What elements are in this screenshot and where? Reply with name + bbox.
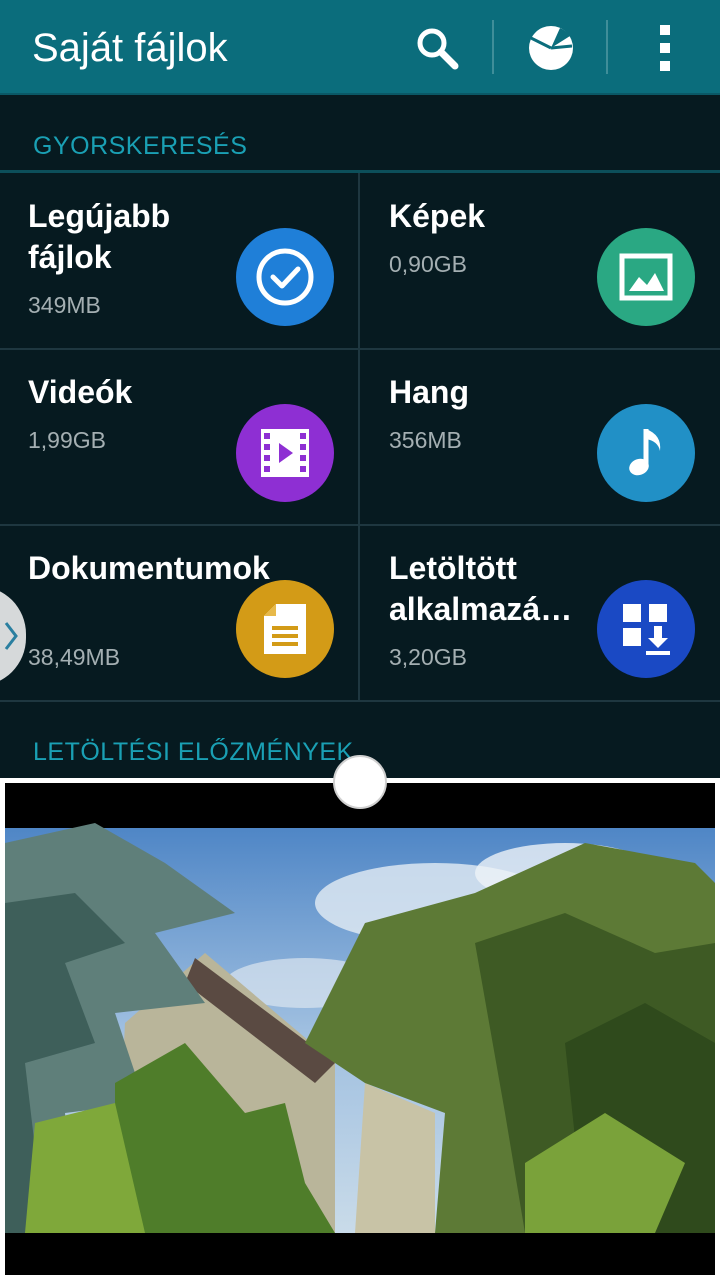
storage-usage-button[interactable]: [511, 10, 591, 86]
film-icon: [236, 404, 334, 502]
search-icon: [417, 28, 459, 70]
grid-divider: [0, 700, 720, 702]
photo-window[interactable]: [5, 783, 715, 1275]
split-screen-handle[interactable]: [333, 755, 387, 809]
appbar-separator: [492, 20, 494, 74]
tile-size: 349MB: [28, 292, 101, 318]
photo-house-trees: [5, 783, 715, 1275]
app-bar: Saját fájlok: [0, 0, 720, 95]
appbar-separator: [606, 20, 608, 74]
tile-downloaded-apps[interactable]: Letöltött alkalmazá… 3,20GB: [361, 526, 719, 700]
tile-title: Dokumentumok: [28, 550, 270, 586]
tile-title: Képek: [389, 198, 486, 234]
chevron-right-icon: [4, 622, 18, 650]
document-icon: [236, 580, 334, 678]
download-history-label: LETÖLTÉSI ELŐZMÉNYEK: [33, 738, 354, 766]
tile-size: 356MB: [389, 427, 462, 453]
tile-title: Hang: [389, 374, 469, 410]
tile-title: Letöltött alkalmazá…: [389, 550, 573, 627]
tile-images[interactable]: Képek 0,90GB: [361, 174, 719, 348]
search-button[interactable]: [397, 10, 477, 86]
music-note-icon: [597, 404, 695, 502]
tile-audio[interactable]: Hang 356MB: [361, 350, 719, 524]
apps-download-icon: [597, 580, 695, 678]
tile-size: 3,20GB: [389, 644, 467, 670]
tile-size: 38,49MB: [28, 644, 121, 670]
tile-title: Videók: [28, 374, 133, 410]
grid-divider-vertical: [358, 173, 360, 701]
quick-search-label: GYORSKERESÉS: [33, 132, 248, 160]
tile-documents[interactable]: Dokumentumok 38,49MB: [0, 526, 358, 700]
tile-size: 0,90GB: [389, 251, 467, 277]
section-divider: [0, 170, 720, 173]
app-title: Saját fájlok: [32, 26, 228, 70]
image-icon: [597, 228, 695, 326]
more-options-button[interactable]: [625, 10, 705, 86]
tile-title: Legújabb fájlok: [28, 198, 171, 275]
clock-check-icon: [236, 228, 334, 326]
storage-pie-icon: [529, 26, 573, 70]
my-files-app: Saját fájlok GYORSKERESÉS Legújabb fájlo…: [0, 0, 720, 778]
tile-videos[interactable]: Videók 1,99GB: [0, 350, 358, 524]
tile-recent-files[interactable]: Legújabb fájlok 349MB: [0, 174, 358, 348]
tile-size: 1,99GB: [28, 427, 106, 453]
more-vert-icon: [660, 25, 670, 71]
